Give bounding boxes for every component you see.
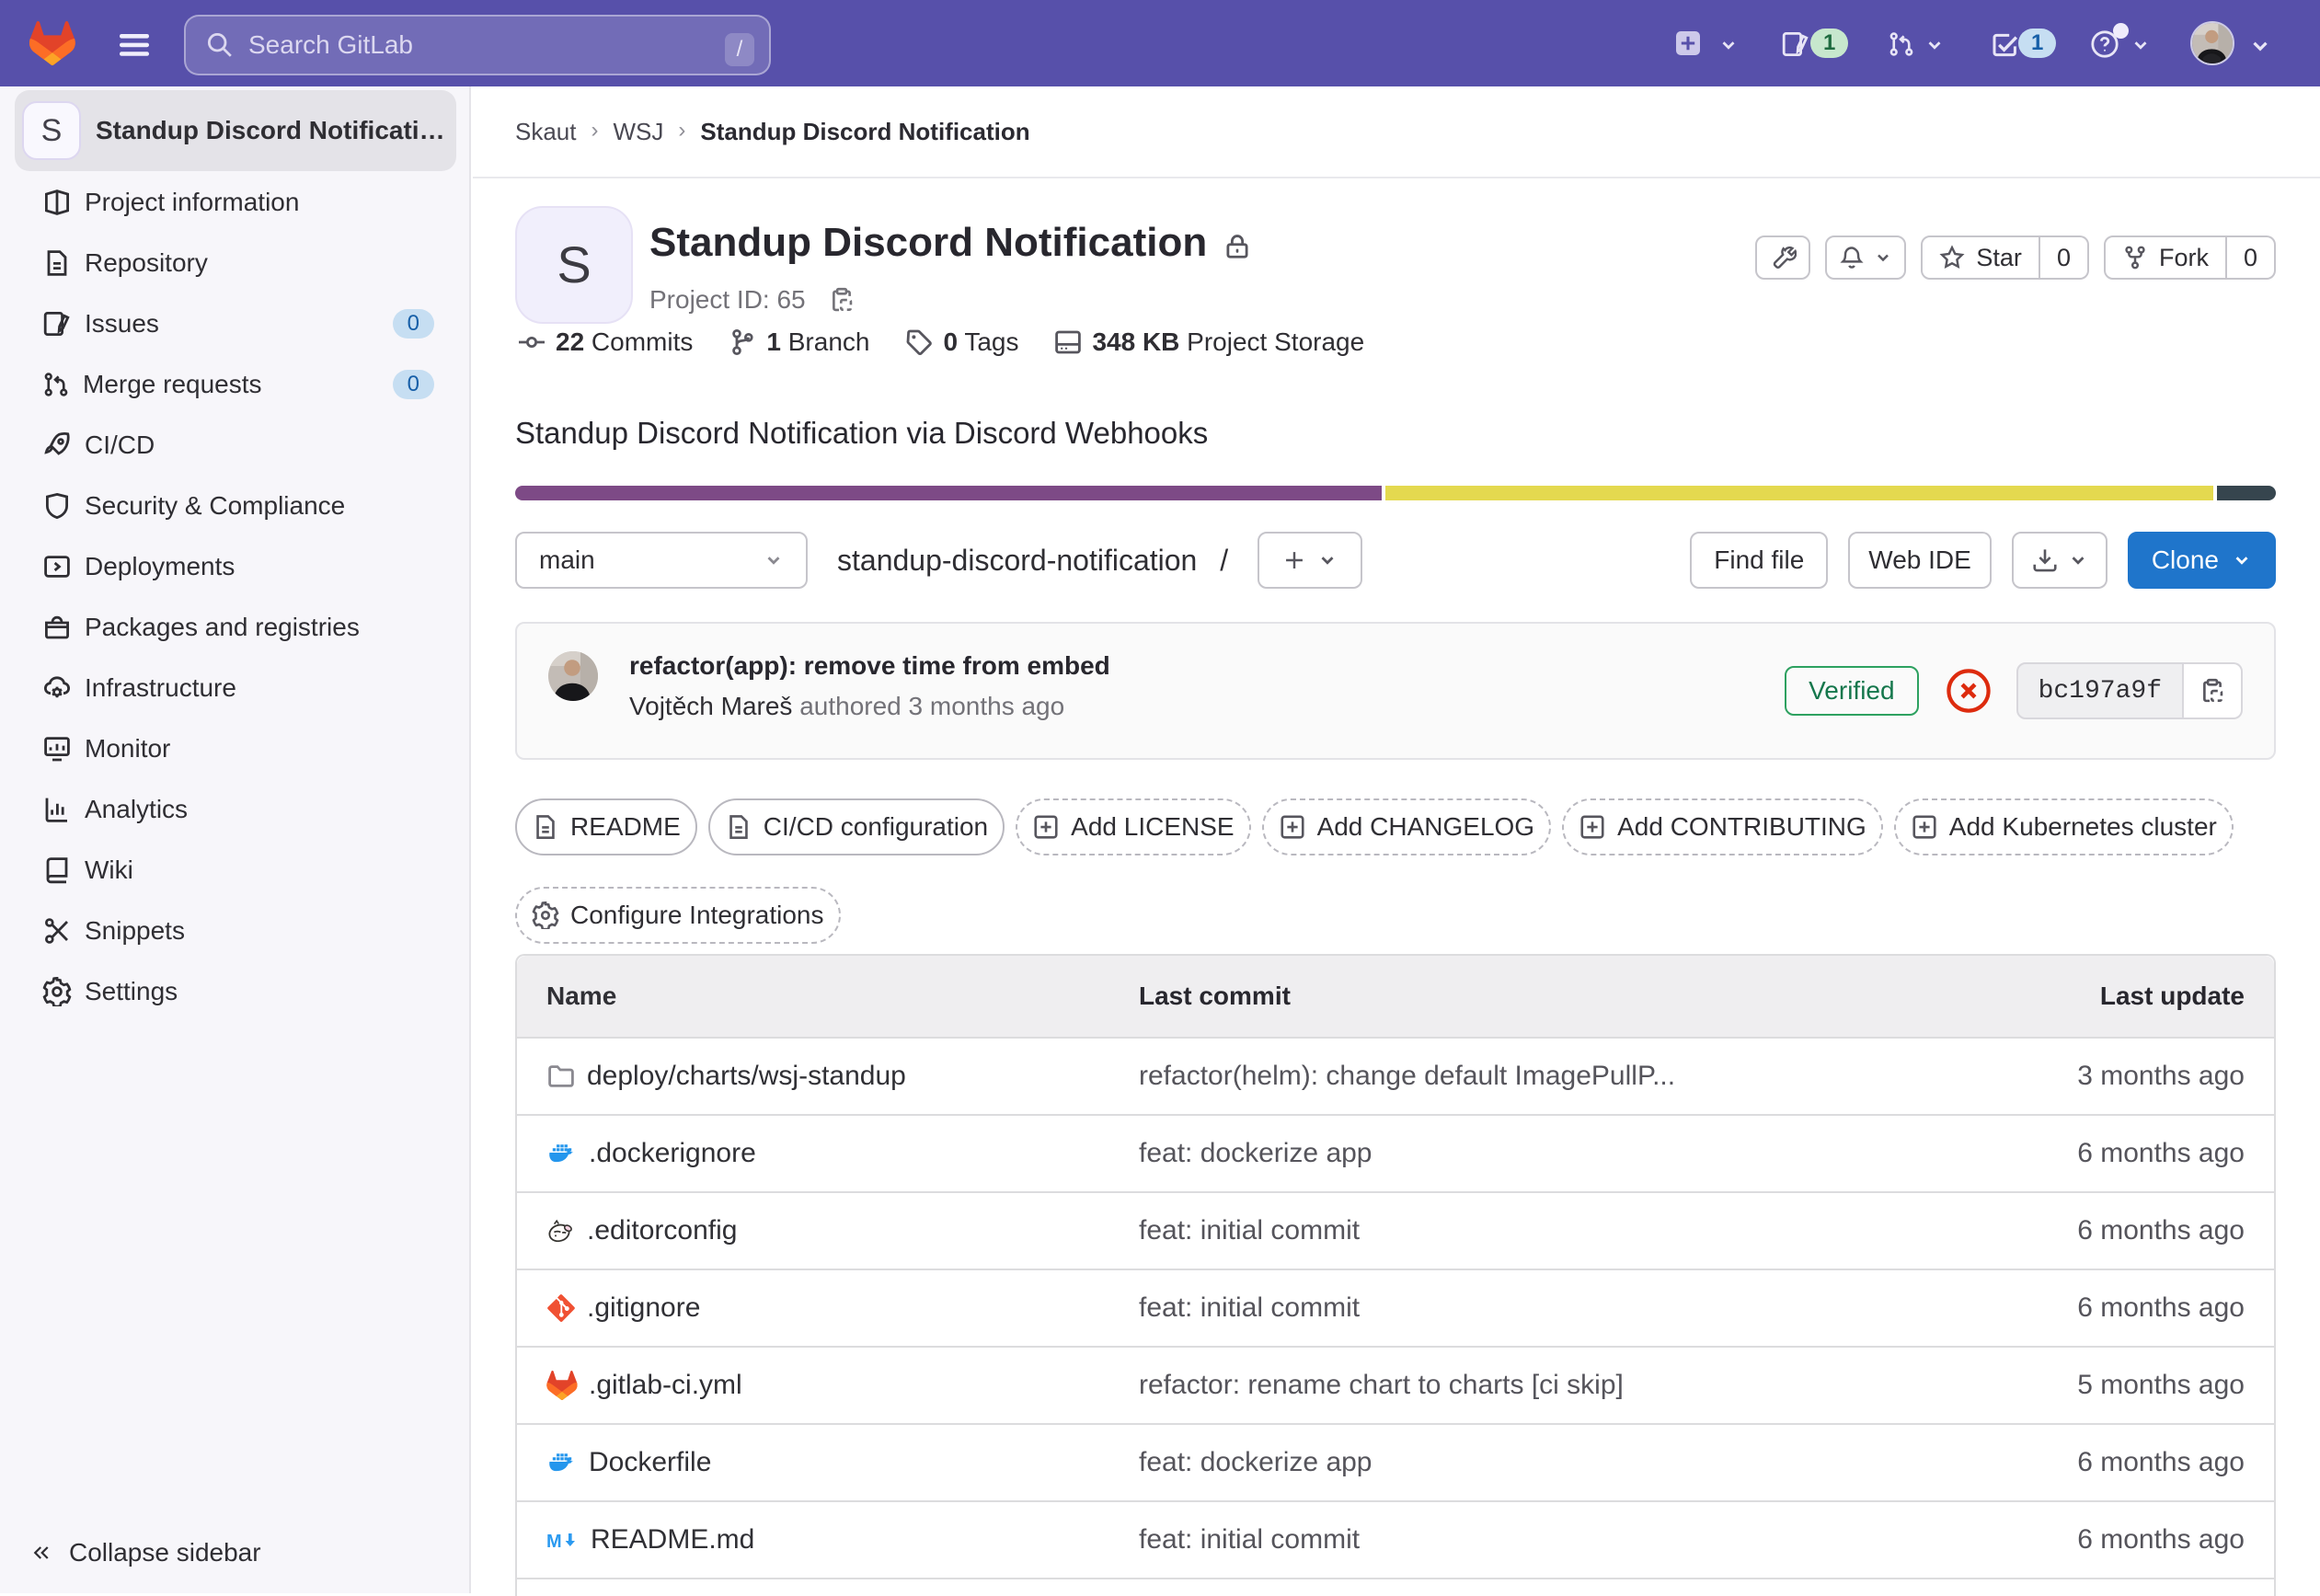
- svg-text:M: M: [546, 1532, 562, 1552]
